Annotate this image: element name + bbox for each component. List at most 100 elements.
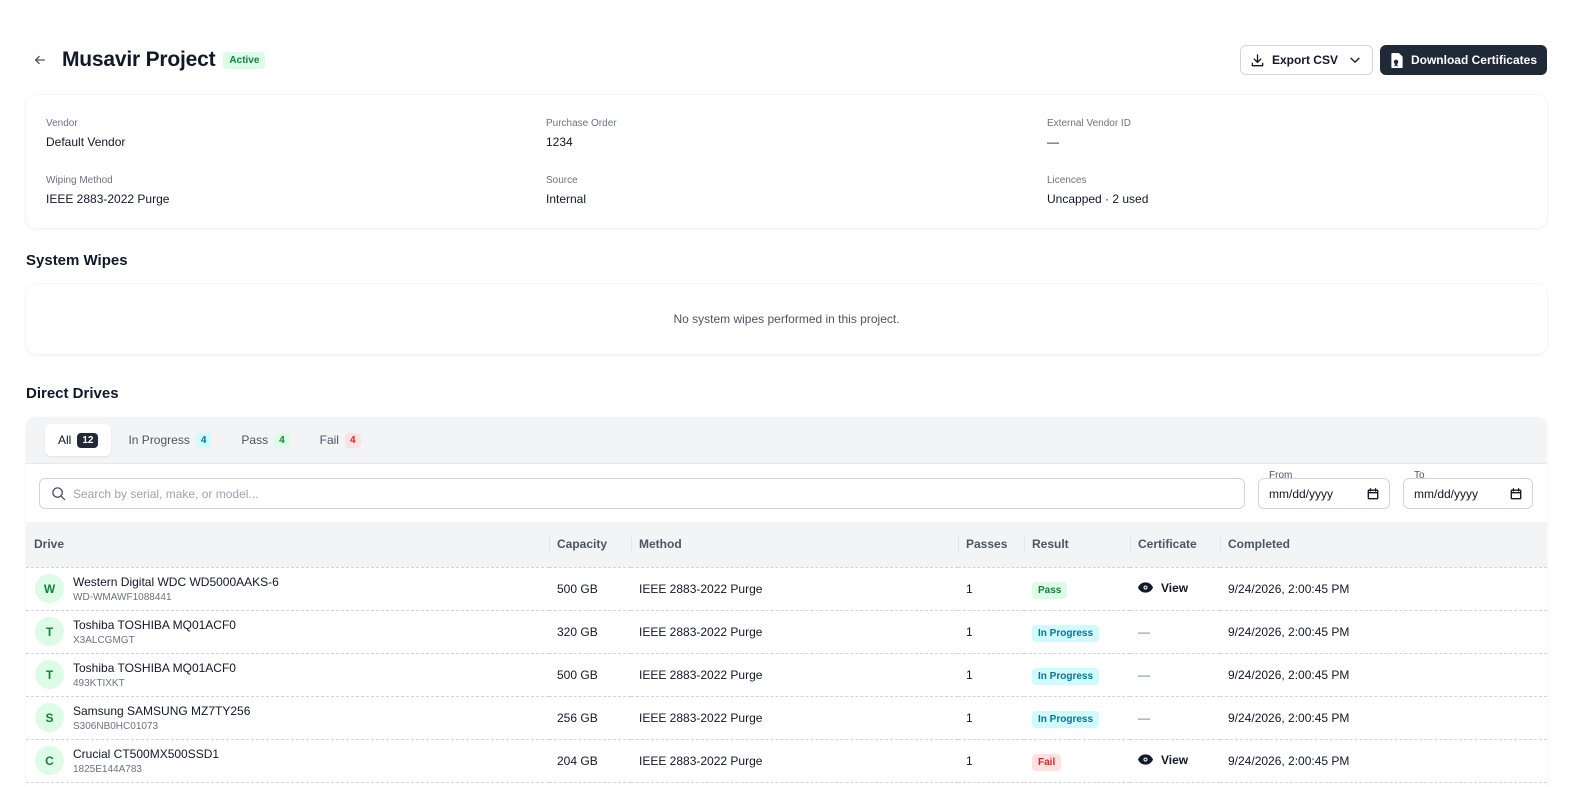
calendar-icon[interactable] (1367, 487, 1379, 500)
drive-avatar: S (35, 703, 64, 732)
wiping-method-label: Wiping Method (46, 175, 113, 186)
table-row[interactable]: T Toshiba TOSHIBA MQ01ACF0 X3ALCGMGT 320… (26, 610, 1547, 653)
view-certificate-button[interactable]: View (1138, 581, 1188, 595)
tab-all[interactable]: All 12 (45, 424, 112, 456)
view-certificate-label: View (1161, 580, 1189, 595)
drive-serial: WD-WMAWF1088441 (73, 591, 172, 603)
search-box (39, 478, 1245, 509)
file-certificate-icon (1391, 52, 1403, 68)
drive-avatar: W (35, 574, 64, 603)
column-header-certificate[interactable]: Certificate (1130, 522, 1220, 568)
status-badge: Active (223, 51, 266, 69)
external-vendor-label: External Vendor ID (1047, 118, 1131, 129)
column-header-method[interactable]: Method (631, 522, 958, 568)
tab-label: Fail (319, 433, 339, 447)
drive-name: Samsung SAMSUNG MZ7TY256 (73, 703, 251, 718)
source-value: Internal (546, 192, 587, 206)
external-vendor-value: — (1047, 135, 1059, 149)
no-certificate: — (1138, 710, 1150, 725)
search-icon (52, 487, 66, 501)
no-certificate: — (1138, 667, 1150, 682)
project-page: Musavir Project Active Export CSV Downlo… (0, 0, 1592, 787)
column-header-capacity[interactable]: Capacity (549, 522, 631, 568)
passes-cell: 1 (966, 581, 973, 596)
drive-cell: S Samsung SAMSUNG MZ7TY256 S306NB0HC0107… (35, 703, 549, 732)
tab-count: 4 (274, 432, 290, 448)
passes-cell: 1 (966, 667, 973, 682)
column-header-result[interactable]: Result (1024, 522, 1130, 568)
empty-state-text: No system wipes performed in this projec… (673, 312, 900, 326)
capacity-cell: 500 GB (557, 667, 598, 682)
to-date-input[interactable]: mm/dd/yyyy (1403, 478, 1533, 509)
method-cell: IEEE 2883-2022 Purge (639, 581, 763, 596)
tab-fail[interactable]: Fail 4 (307, 424, 374, 456)
drive-cell: T Toshiba TOSHIBA MQ01ACF0 X3ALCGMGT (35, 617, 549, 646)
completed-cell: 9/24/2026, 2:00:45 PM (1228, 667, 1350, 682)
column-header-drive[interactable]: Drive (26, 522, 549, 568)
passes-cell: 1 (966, 624, 973, 639)
wiping-method-info: Wiping Method IEEE 2883-2022 Purge (46, 175, 169, 206)
passes-cell: 1 (966, 753, 973, 768)
drive-cell: T Toshiba TOSHIBA MQ01ACF0 493KTIXKT (35, 660, 549, 689)
result-badge: Pass (1032, 581, 1068, 599)
completed-cell: 9/24/2026, 2:00:45 PM (1228, 624, 1350, 639)
drive-name: Western Digital WDC WD5000AAKS-6 (73, 574, 279, 589)
source-info: Source Internal (546, 175, 586, 206)
purchase-order-info: Purchase Order 1234 (546, 118, 617, 149)
completed-cell: 9/24/2026, 2:00:45 PM (1228, 710, 1350, 725)
purchase-order-value: 1234 (546, 135, 573, 149)
download-certificates-button[interactable]: Download Certificates (1379, 45, 1547, 75)
drive-name: Toshiba TOSHIBA MQ01ACF0 (73, 617, 236, 632)
tab-count: 12 (77, 432, 99, 448)
method-cell: IEEE 2883-2022 Purge (639, 710, 763, 725)
tab-count: 4 (195, 432, 212, 448)
licences-info: Licences Uncapped · 2 used (1047, 175, 1148, 206)
passes-cell: 1 (966, 710, 973, 725)
drive-serial: 1825E144A783 (73, 763, 142, 775)
tab-pass[interactable]: Pass 4 (228, 424, 302, 456)
external-vendor-info: External Vendor ID — (1047, 118, 1131, 149)
view-certificate-label: View (1161, 752, 1189, 767)
wiping-method-value: IEEE 2883-2022 Purge (46, 192, 170, 206)
tab-in-progress[interactable]: In Progress 4 (115, 424, 224, 456)
purchase-order-label: Purchase Order (546, 118, 617, 129)
download-certificates-label: Download Certificates (1410, 53, 1537, 67)
search-input[interactable] (73, 486, 1244, 501)
back-button[interactable] (26, 46, 54, 74)
eye-icon (1138, 754, 1153, 765)
drive-avatar: T (35, 617, 64, 646)
drive-cell: W Western Digital WDC WD5000AAKS-6 WD-WM… (35, 574, 549, 603)
table-row[interactable]: S Samsung SAMSUNG MZ7TY256 S306NB0HC0107… (26, 696, 1547, 739)
method-cell: IEEE 2883-2022 Purge (639, 624, 763, 639)
direct-drives-title: Direct Drives (26, 385, 119, 402)
source-label: Source (546, 175, 578, 186)
tab-label: All (58, 433, 72, 447)
chevron-down-icon[interactable] (1348, 53, 1362, 67)
drive-serial: S306NB0HC01073 (73, 720, 159, 732)
column-header-completed[interactable]: Completed (1220, 522, 1547, 568)
download-icon (1251, 53, 1264, 66)
licences-value: Uncapped · 2 used (1047, 192, 1149, 206)
drive-serial: 493KTIXKT (73, 677, 125, 689)
table-header-row: Drive Capacity Method Passes Result Cert… (26, 522, 1547, 568)
table-row[interactable]: T Toshiba TOSHIBA MQ01ACF0 493KTIXKT 500… (26, 653, 1547, 696)
view-certificate-button[interactable]: View (1138, 753, 1188, 767)
table-row[interactable]: W Western Digital WDC WD5000AAKS-6 WD-WM… (26, 567, 1547, 610)
table-row[interactable]: C Crucial CT500MX500SSD1 1825E144A783 20… (26, 739, 1547, 782)
drive-serial: X3ALCGMGT (73, 634, 135, 646)
from-date-placeholder: mm/dd/yyyy (1269, 486, 1334, 501)
method-cell: IEEE 2883-2022 Purge (639, 753, 763, 768)
from-date-input[interactable]: mm/dd/yyyy (1258, 478, 1390, 509)
filter-row: From mm/dd/yyyy To mm/dd/yyyy (26, 464, 1547, 522)
drive-name: Toshiba TOSHIBA MQ01ACF0 (73, 660, 236, 675)
calendar-icon[interactable] (1510, 487, 1522, 500)
export-csv-button[interactable]: Export CSV (1239, 45, 1373, 75)
result-badge: Fail (1032, 753, 1062, 771)
completed-cell: 9/24/2026, 2:00:45 PM (1228, 581, 1350, 596)
system-wipes-empty: No system wipes performed in this projec… (26, 284, 1547, 354)
tab-count: 4 (344, 432, 361, 448)
drive-avatar: C (35, 746, 64, 775)
column-header-passes[interactable]: Passes (958, 522, 1024, 568)
tab-label: Pass (241, 433, 269, 447)
to-date-placeholder: mm/dd/yyyy (1414, 486, 1479, 501)
